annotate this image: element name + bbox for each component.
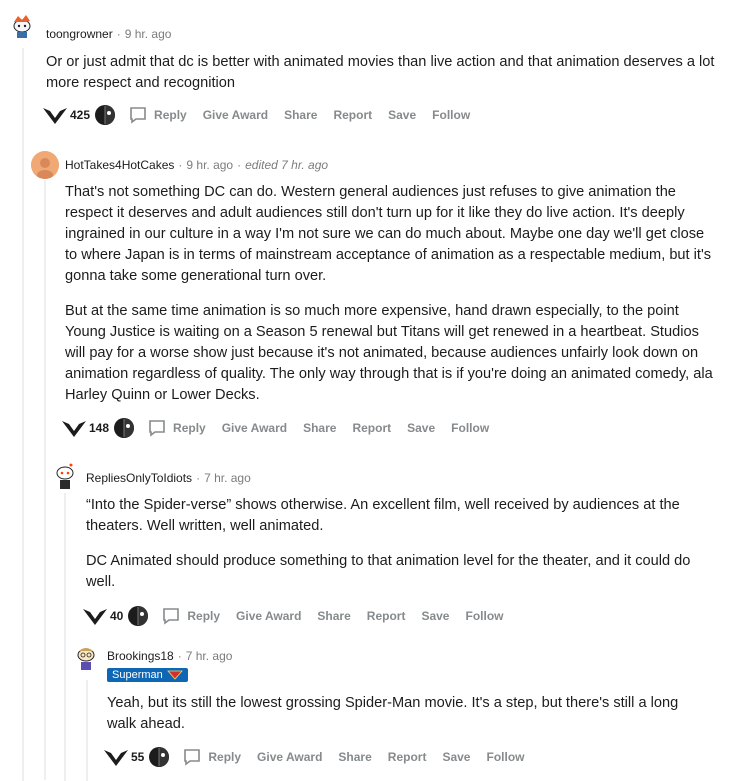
separator: · (237, 158, 242, 172)
comment-meta: toongrowner · 9 hr. ago (46, 27, 171, 41)
timestamp[interactable]: 9 hr. ago (186, 158, 233, 172)
share-button[interactable]: Share (317, 609, 350, 623)
comment-paragraph: That's not something DC can do. Western … (65, 184, 712, 284)
reply-button[interactable]: Reply (154, 108, 187, 122)
comment-paragraph: But at the same time animation is so muc… (65, 303, 713, 403)
share-button[interactable]: Share (338, 750, 371, 764)
share-button[interactable]: Share (303, 421, 336, 435)
separator: · (178, 158, 183, 172)
thread-line[interactable] (44, 180, 46, 780)
avatar[interactable] (8, 12, 36, 40)
follow-button[interactable]: Follow (486, 750, 524, 764)
snoo-avatar-icon (51, 462, 79, 490)
superman-logo-icon (166, 670, 183, 680)
follow-button[interactable]: Follow (451, 421, 489, 435)
avatar[interactable] (51, 462, 79, 490)
comment-meta: HotTakes4HotCakes · 9 hr. ago · edited 7… (65, 158, 328, 172)
avatar[interactable] (72, 643, 100, 671)
timestamp[interactable]: 7 hr. ago (186, 649, 233, 663)
reply-icon[interactable] (128, 105, 148, 125)
share-button[interactable]: Share (284, 108, 317, 122)
reply-icon[interactable] (147, 418, 167, 438)
comment-actions: 148 Reply Give Award Share Report Save F… (61, 417, 505, 439)
deathstroke-award-icon[interactable] (113, 417, 135, 439)
report-button[interactable]: Report (352, 421, 391, 435)
comment-paragraph: Yeah, but its still the lowest grossing … (107, 695, 679, 732)
comment-meta: Brookings18 · 7 hr. ago (107, 649, 232, 663)
author-name[interactable]: RepliesOnlyToIdiots (86, 471, 192, 485)
reply-button[interactable]: Reply (208, 750, 241, 764)
downvote-icon[interactable] (82, 606, 108, 626)
comment-actions: 40 Reply Give Award Share Report Save Fo… (82, 605, 519, 627)
report-button[interactable]: Report (367, 609, 406, 623)
downvote-icon[interactable] (103, 747, 129, 767)
deathstroke-award-icon[interactable] (127, 605, 149, 627)
vote-score: 40 (110, 609, 124, 623)
edited-label: edited 7 hr. ago (245, 158, 329, 172)
reply-icon[interactable] (161, 606, 181, 626)
flair-text: Superman (112, 669, 163, 681)
comment-paragraph: “Into the Spider-verse” shows otherwise.… (86, 497, 680, 534)
give-award-button[interactable]: Give Award (236, 609, 301, 623)
thread-line[interactable] (64, 493, 66, 781)
vote-score: 148 (89, 421, 110, 435)
timestamp[interactable]: 7 hr. ago (204, 471, 251, 485)
give-award-button[interactable]: Give Award (203, 108, 268, 122)
snoo-avatar-icon (72, 643, 100, 671)
comment-actions: 425 Reply Give Award Share Report Save F… (42, 104, 486, 126)
report-button[interactable]: Report (388, 750, 427, 764)
downvote-icon[interactable] (42, 105, 68, 125)
separator: · (116, 27, 121, 41)
deathstroke-award-icon[interactable] (148, 746, 170, 768)
snoo-avatar-icon (8, 12, 36, 40)
save-button[interactable]: Save (388, 108, 416, 122)
separator: · (177, 649, 182, 663)
comment-body: “Into the Spider-verse” shows otherwise.… (86, 495, 706, 605)
downvote-icon[interactable] (61, 418, 87, 438)
comment-meta: RepliesOnlyToIdiots · 7 hr. ago (86, 471, 251, 485)
author-name[interactable]: Brookings18 (107, 649, 174, 663)
user-flair: Superman (107, 668, 188, 682)
deathstroke-award-icon[interactable] (94, 104, 116, 126)
comment-actions: 55 Reply Give Award Share Report Save Fo… (103, 746, 540, 768)
thread-line[interactable] (86, 680, 88, 781)
timestamp[interactable]: 9 hr. ago (125, 27, 172, 41)
comment-paragraph: DC Animated should produce something to … (86, 553, 691, 590)
comment-body: Or or just admit that dc is better with … (46, 52, 716, 106)
comment-body: That's not something DC can do. Western … (65, 182, 715, 418)
reply-button[interactable]: Reply (187, 609, 220, 623)
thread-line[interactable] (22, 48, 24, 781)
give-award-button[interactable]: Give Award (222, 421, 287, 435)
give-award-button[interactable]: Give Award (257, 750, 322, 764)
comment-body: Yeah, but its still the lowest grossing … (107, 693, 707, 747)
separator: · (196, 471, 201, 485)
save-button[interactable]: Save (407, 421, 435, 435)
reply-button[interactable]: Reply (173, 421, 206, 435)
author-name[interactable]: toongrowner (46, 27, 113, 41)
save-button[interactable]: Save (421, 609, 449, 623)
report-button[interactable]: Report (333, 108, 372, 122)
comment-paragraph: Or or just admit that dc is better with … (46, 54, 715, 91)
vote-score: 55 (131, 750, 145, 764)
save-button[interactable]: Save (442, 750, 470, 764)
follow-button[interactable]: Follow (432, 108, 470, 122)
author-name[interactable]: HotTakes4HotCakes (65, 158, 174, 172)
vote-score: 425 (70, 108, 91, 122)
follow-button[interactable]: Follow (465, 609, 503, 623)
default-avatar-icon (31, 151, 59, 179)
reply-icon[interactable] (182, 747, 202, 767)
avatar[interactable] (31, 151, 59, 179)
